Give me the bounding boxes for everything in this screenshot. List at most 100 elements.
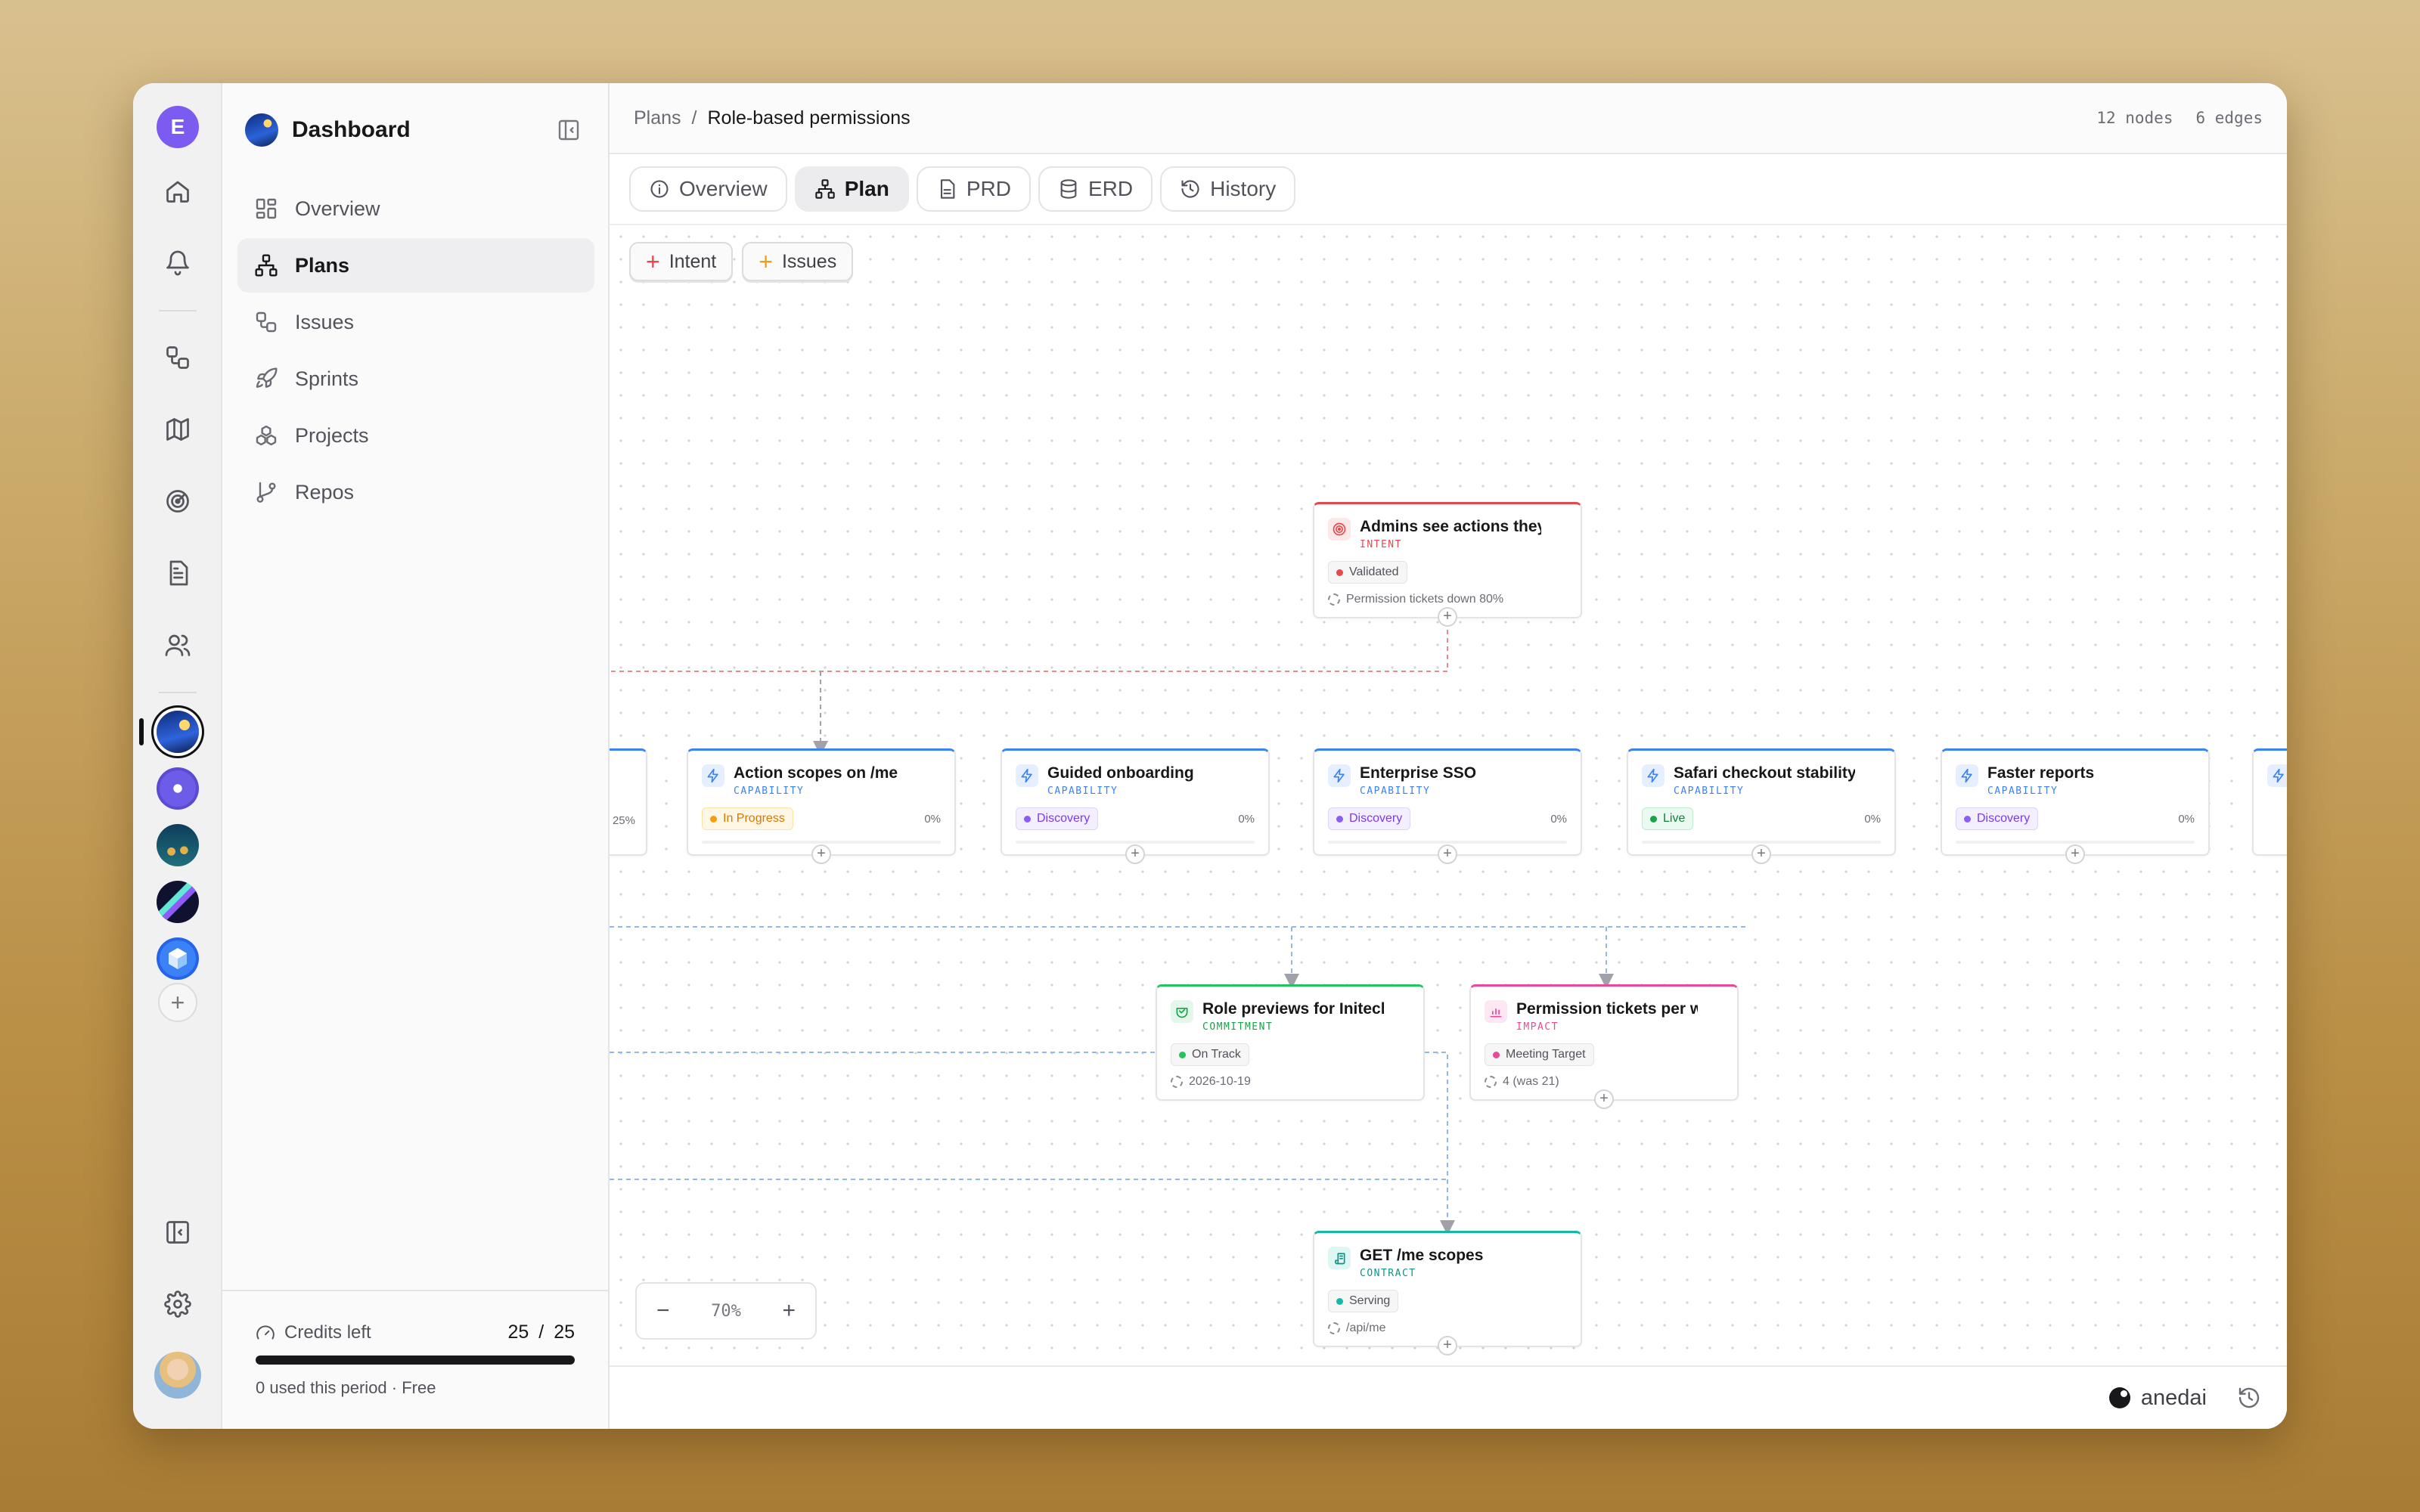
credits-subtitle: 0 used this period · Free bbox=[256, 1378, 436, 1397]
workspace-rail: E + bbox=[133, 83, 222, 1429]
workspace-avatar-planet[interactable] bbox=[157, 767, 199, 810]
user-initial-avatar[interactable]: E bbox=[157, 106, 199, 148]
node-capability-enterprise-sso[interactable]: Enterprise SSO CAPABILITY Discovery 0% + bbox=[1313, 748, 1582, 864]
tab-label: Plan bbox=[844, 177, 889, 200]
nodes-count: 12 nodes bbox=[2096, 109, 2173, 127]
workspace-avatar-lanterns[interactable] bbox=[157, 824, 199, 866]
collapse-sidebar-icon[interactable] bbox=[557, 118, 581, 142]
home-button[interactable] bbox=[155, 169, 200, 214]
node-contract[interactable]: GET /me scopes CONTRACT Serving /api/me … bbox=[1313, 1231, 1582, 1356]
node-capability-faster-reports[interactable]: Faster reports CAPABILITY Discovery 0% + bbox=[1941, 748, 2210, 864]
plan-canvas[interactable]: + Intent + Issues Admins see actions the… bbox=[610, 224, 2287, 1365]
zoom-out-button[interactable]: − bbox=[656, 1298, 670, 1324]
add-child-button[interactable]: + bbox=[2065, 844, 2085, 864]
zap-icon bbox=[1016, 764, 1038, 787]
node-type: CONTRACT bbox=[1360, 1268, 1416, 1279]
add-child-button[interactable]: + bbox=[1438, 607, 1457, 627]
toggle-sidebar-button[interactable] bbox=[155, 1210, 200, 1255]
status-badge: Meeting Target bbox=[1485, 1043, 1594, 1066]
notifications-button[interactable] bbox=[155, 240, 200, 286]
status-badge: Discovery bbox=[1956, 807, 2039, 830]
sidebar-item-overview[interactable]: Overview bbox=[237, 181, 594, 236]
tab-plan[interactable]: Plan bbox=[794, 166, 909, 212]
panel-left-icon bbox=[166, 1221, 189, 1244]
gear-icon bbox=[164, 1290, 191, 1318]
node-title: Role previews for Initech bbox=[1202, 1000, 1384, 1018]
tab-prd[interactable]: PRD bbox=[916, 166, 1031, 212]
workspace-avatar-cube[interactable] bbox=[157, 937, 199, 980]
tab-erd[interactable]: ERD bbox=[1038, 166, 1153, 212]
node-progress: 0% bbox=[1550, 812, 1567, 826]
node-capability-partial-right[interactable] bbox=[2252, 748, 2287, 856]
sidebar-item-label: Plans bbox=[295, 253, 350, 277]
node-capability-action-scopes[interactable]: Action scopes on /me CAPABILITY In Progr… bbox=[687, 748, 956, 864]
add-workspace-button[interactable]: + bbox=[158, 983, 197, 1022]
node-commitment[interactable]: Role previews for Initech COMMITMENT On … bbox=[1156, 984, 1425, 1101]
database-icon bbox=[1060, 179, 1077, 199]
docs-rail-button[interactable] bbox=[155, 550, 200, 596]
zap-icon bbox=[1956, 764, 1978, 787]
sidebar-item-projects[interactable]: Projects bbox=[237, 408, 594, 463]
node-impact[interactable]: Permission tickets per week IMPACT Meeti… bbox=[1469, 984, 1739, 1109]
add-child-button[interactable]: + bbox=[1438, 1336, 1457, 1356]
node-capability-safari-checkout[interactable]: Safari checkout stability CAPABILITY Liv… bbox=[1627, 748, 1896, 864]
credits-label: Credits left bbox=[284, 1321, 371, 1343]
map-rail-button[interactable] bbox=[155, 407, 200, 452]
graph-counts: 12 nodes 6 edges bbox=[2096, 109, 2263, 127]
history-icon[interactable] bbox=[2237, 1386, 2261, 1410]
layout-dashboard-icon bbox=[256, 198, 277, 219]
status-badge: On Track bbox=[1171, 1043, 1249, 1066]
node-capability-partial[interactable]: 25% bbox=[610, 748, 647, 856]
add-child-button[interactable]: + bbox=[1438, 844, 1457, 864]
workspace-avatar-night[interactable] bbox=[157, 711, 199, 753]
map-icon bbox=[166, 418, 189, 441]
workspace-avatar-stripes[interactable] bbox=[157, 881, 199, 923]
edge-intent-to-cap bbox=[610, 621, 1448, 672]
bar-chart-icon bbox=[1485, 1000, 1507, 1023]
sidebar-item-plans[interactable]: Plans bbox=[237, 238, 594, 293]
target-icon bbox=[1328, 518, 1351, 541]
tab-label: PRD bbox=[966, 177, 1011, 200]
app-window: E + Dashboard Overview Plans Issues Spri… bbox=[133, 83, 2287, 1429]
add-child-button[interactable]: + bbox=[1751, 844, 1771, 864]
node-intent[interactable]: Admins see actions they can take INTENT … bbox=[1313, 502, 1582, 627]
user-profile-avatar[interactable] bbox=[154, 1352, 201, 1399]
breadcrumb: Plans / Role-based permissions bbox=[634, 107, 911, 129]
gauge-icon bbox=[256, 1325, 275, 1340]
add-child-button[interactable]: + bbox=[811, 844, 831, 864]
node-title: GET /me scopes bbox=[1360, 1247, 1484, 1264]
node-capability-guided-onboarding[interactable]: Guided onboarding CAPABILITY Discovery 0… bbox=[1001, 748, 1270, 864]
zoom-in-button[interactable]: + bbox=[782, 1298, 796, 1324]
tab-overview[interactable]: Overview bbox=[629, 166, 787, 212]
tab-history[interactable]: History bbox=[1160, 166, 1296, 212]
sidebar-item-issues[interactable]: Issues bbox=[237, 295, 594, 349]
brand-name: anedai bbox=[2140, 1385, 2207, 1410]
endpoint-icon bbox=[1328, 1322, 1340, 1334]
sidebar-item-repos[interactable]: Repos bbox=[237, 465, 594, 519]
tab-label: Overview bbox=[679, 177, 768, 200]
sidebar-item-sprints[interactable]: Sprints bbox=[237, 352, 594, 406]
credits-label-wrap: Credits left bbox=[256, 1322, 371, 1343]
cube-icon bbox=[169, 948, 187, 969]
active-workspace-indicator bbox=[139, 718, 144, 745]
top-bar: Plans / Role-based permissions 12 nodes … bbox=[610, 83, 2287, 154]
issues-rail-button[interactable] bbox=[155, 335, 200, 380]
add-child-button[interactable]: + bbox=[1594, 1089, 1614, 1109]
breadcrumb-plans-link[interactable]: Plans bbox=[634, 107, 681, 129]
main-area: Plans / Role-based permissions 12 nodes … bbox=[610, 83, 2287, 1429]
node-title: Action scopes on /me bbox=[734, 764, 898, 782]
plus-icon: + bbox=[170, 988, 185, 1016]
radar-rail-button[interactable] bbox=[155, 479, 200, 524]
node-type: CAPABILITY bbox=[734, 785, 805, 797]
settings-button[interactable] bbox=[155, 1281, 200, 1327]
sidebar-item-label: Repos bbox=[295, 480, 355, 503]
add-child-button[interactable]: + bbox=[1125, 844, 1145, 864]
users-icon bbox=[165, 634, 191, 656]
members-rail-button[interactable] bbox=[155, 622, 200, 668]
sidebar-item-label: Overview bbox=[295, 197, 380, 220]
node-type: CAPABILITY bbox=[1047, 785, 1118, 797]
credits-panel: Credits left 25 / 25 0 used this period … bbox=[222, 1290, 608, 1429]
sidebar: Dashboard Overview Plans Issues Sprints bbox=[222, 83, 610, 1429]
node-title: Faster reports bbox=[1987, 764, 2095, 782]
zap-icon bbox=[1642, 764, 1665, 787]
